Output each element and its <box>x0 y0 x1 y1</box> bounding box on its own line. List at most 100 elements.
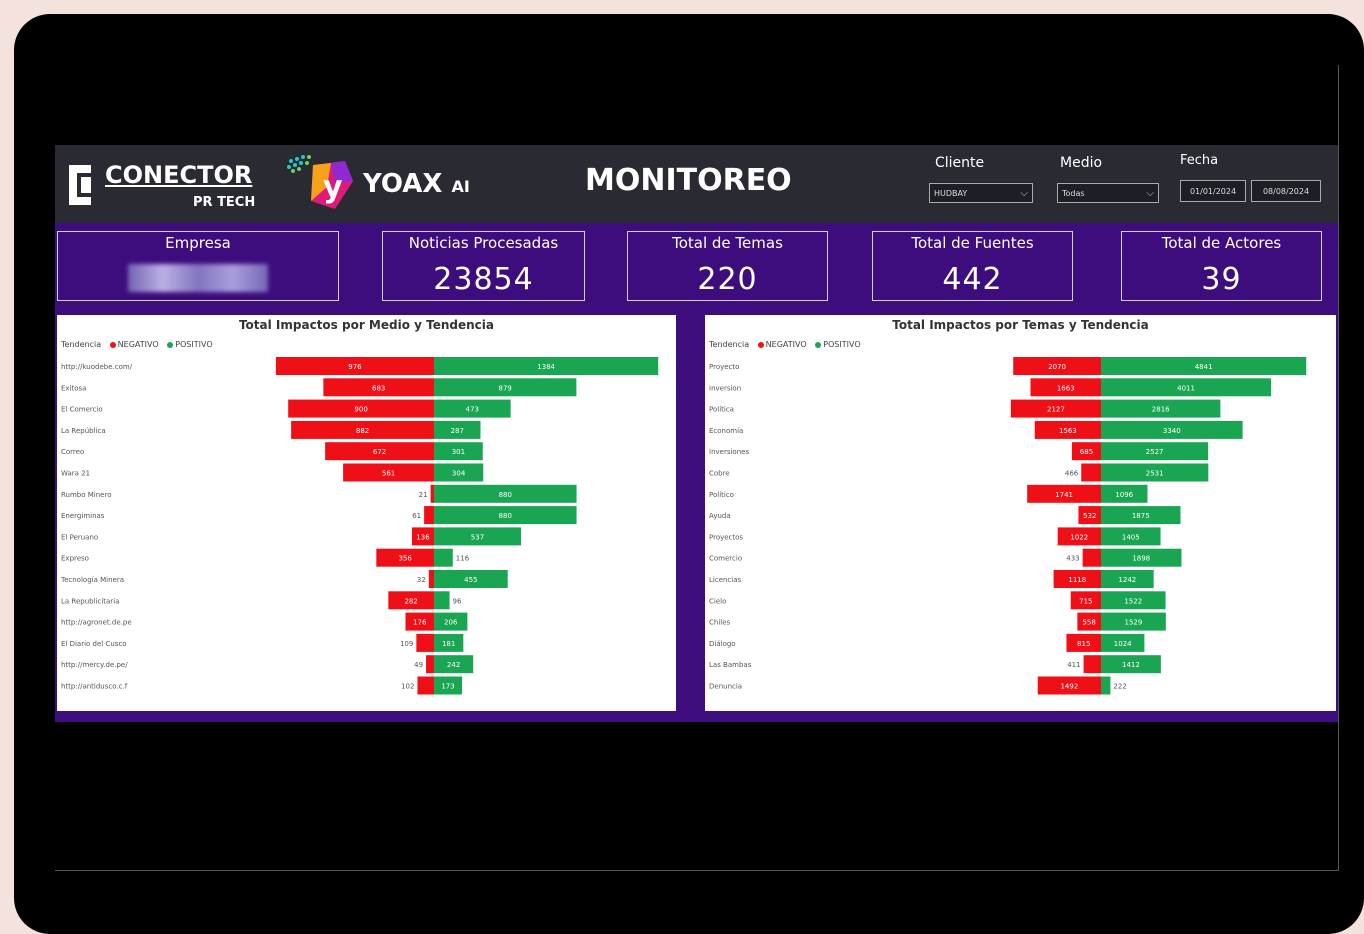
data-label-negativo: 282 <box>404 597 417 605</box>
data-label-positivo: 4841 <box>1195 363 1213 371</box>
blurred-company-name <box>128 264 268 292</box>
data-label-positivo: 880 <box>499 512 512 520</box>
category-label: Proyectos <box>709 533 743 541</box>
chevron-down-icon: ⌵ <box>1020 188 1028 199</box>
category-label: Comercio <box>709 555 742 563</box>
bar-negativo[interactable] <box>1083 655 1101 674</box>
data-label-positivo: 880 <box>499 491 512 499</box>
svg-text:y: y <box>323 170 343 205</box>
data-label-negativo: 1022 <box>1070 533 1088 541</box>
data-label-negativo: 109 <box>400 640 413 648</box>
category-label: Economía <box>709 427 743 435</box>
bar-negativo[interactable] <box>430 484 434 503</box>
data-label-negativo: 976 <box>348 363 362 371</box>
fecha-start-input[interactable]: 01/01/2024 <box>1180 180 1246 202</box>
medio-select[interactable]: Todas ⌵ <box>1057 183 1159 203</box>
data-label-positivo: 222 <box>1113 683 1126 691</box>
data-label-positivo: 301 <box>452 448 465 456</box>
data-label-negativo: 683 <box>372 384 385 392</box>
bar-negativo[interactable] <box>428 570 434 588</box>
data-label-negativo: 466 <box>1065 470 1079 478</box>
yoax-brand: YOAX AI <box>363 169 470 199</box>
bar-negativo[interactable] <box>417 676 434 695</box>
data-label-negativo: 715 <box>1079 597 1092 605</box>
kpi-value: 23854 <box>433 262 534 297</box>
data-label-positivo: 1522 <box>1124 597 1142 605</box>
data-label-positivo: 304 <box>452 470 466 478</box>
data-label-positivo: 96 <box>453 597 462 605</box>
data-label-negativo: 61 <box>412 512 421 520</box>
category-label: http://mercy.de.pe/ <box>61 661 128 669</box>
category-label: Tecnología Minera <box>60 576 124 584</box>
bar-negativo[interactable] <box>1081 463 1101 482</box>
data-label-negativo: 558 <box>1082 619 1095 627</box>
category-label: Correo <box>61 448 84 456</box>
category-label: El Comercio <box>61 406 103 414</box>
category-label: Cielo <box>709 597 726 605</box>
category-label: La República <box>61 427 106 435</box>
data-label-negativo: 32 <box>417 576 426 584</box>
data-label-negativo: 561 <box>382 470 395 478</box>
kpi-label: Empresa <box>165 234 231 252</box>
data-label-negativo: 21 <box>419 491 428 499</box>
category-label: Las Bambas <box>709 661 752 669</box>
data-label-positivo: 473 <box>466 406 479 414</box>
bar-positivo[interactable] <box>434 591 450 610</box>
cliente-value: HUDBAY <box>934 189 968 198</box>
data-label-positivo: 1096 <box>1115 491 1133 499</box>
category-label: http://antidusco.c.f <box>61 683 128 691</box>
bar-positivo[interactable] <box>1101 676 1111 695</box>
category-label: http://agronet.de.pe <box>61 619 132 627</box>
data-label-negativo: 49 <box>414 661 423 669</box>
category-label: http://kuodebe.com/ <box>61 363 133 371</box>
category-label: Chiles <box>709 619 731 627</box>
kpi-value: 442 <box>942 262 1003 297</box>
brand-name: CONECTOR <box>105 161 253 189</box>
category-label: Ayuda <box>709 512 731 520</box>
data-label-positivo: 2816 <box>1152 406 1170 414</box>
data-label-negativo: 672 <box>373 448 386 456</box>
bar-negativo[interactable] <box>426 655 434 674</box>
header-bar: CONECTOR PR TECH y YOAX AI MONITOREO Cli… <box>55 145 1338 223</box>
medio-label: Medio <box>1060 155 1103 171</box>
kpi-empresa: Empresa <box>57 231 339 301</box>
data-label-negativo: 1563 <box>1059 427 1077 435</box>
chevron-down-icon: ⌵ <box>1146 188 1154 199</box>
category-label: Político <box>709 491 734 499</box>
chart-temas-svg: Proyecto 2070 4841 Inversion 1663 4011 Polític… <box>709 357 1307 695</box>
category-label: Denuncia <box>709 683 742 691</box>
category-label: Inversion <box>709 384 741 392</box>
category-label: Wara 21 <box>61 470 90 478</box>
data-label-positivo: 1529 <box>1125 619 1143 627</box>
category-label: El Peruano <box>61 533 98 541</box>
data-label-positivo: 2531 <box>1146 470 1164 478</box>
category-label: Exitosa <box>61 384 86 392</box>
category-label: Diálogo <box>709 640 736 648</box>
category-label: Energiminas <box>61 512 105 520</box>
data-label-negativo: 2127 <box>1047 406 1065 414</box>
data-label-positivo: 455 <box>464 576 477 584</box>
data-label-positivo: 2527 <box>1146 448 1164 456</box>
bar-negativo[interactable] <box>416 633 434 652</box>
bar-negativo[interactable] <box>424 506 434 525</box>
kpi-temas: Total de Temas 220 <box>627 231 828 301</box>
cliente-label: Cliente <box>935 155 985 171</box>
data-label-positivo: 173 <box>441 683 454 691</box>
data-label-positivo: 287 <box>451 427 464 435</box>
data-label-negativo: 532 <box>1083 512 1096 520</box>
kpi-value: 39 <box>1201 262 1242 297</box>
fecha-end-input[interactable]: 08/08/2024 <box>1251 180 1321 202</box>
cliente-select[interactable]: HUDBAY ⌵ <box>929 183 1033 203</box>
category-label: Rumbo Minero <box>61 491 112 499</box>
data-label-negativo: 136 <box>416 533 430 541</box>
data-label-positivo: 242 <box>447 661 460 669</box>
bar-negativo[interactable] <box>1082 548 1101 567</box>
bar-positivo[interactable] <box>434 548 453 567</box>
category-label: La Republicitaria <box>61 597 119 605</box>
brand-subtitle: PR TECH <box>193 195 256 210</box>
data-label-positivo: 181 <box>442 640 455 648</box>
data-label-negativo: 882 <box>356 427 369 435</box>
data-label-positivo: 1242 <box>1118 576 1136 584</box>
chart-medio-svg: http://kuodebe.com/976 1384 Exitosa 683 879 E… <box>60 357 659 695</box>
data-label-negativo: 815 <box>1077 640 1090 648</box>
